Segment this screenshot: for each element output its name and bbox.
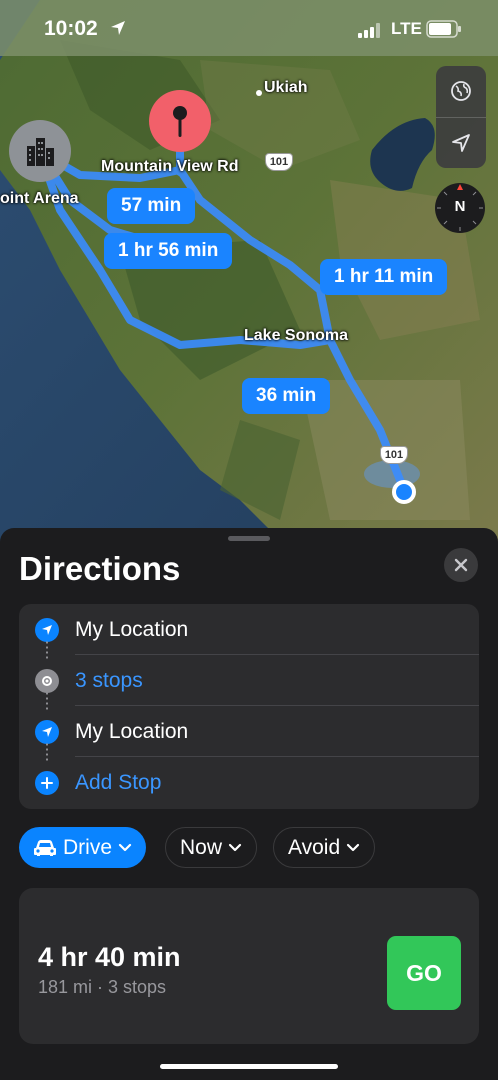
network-type: LTE <box>391 19 422 38</box>
chevron-down-icon <box>118 843 132 851</box>
car-icon <box>34 839 56 856</box>
chevron-down-icon <box>347 843 360 851</box>
plus-icon <box>35 771 59 795</box>
stop-label: My Location <box>75 618 189 641</box>
map-view[interactable]: 10:02 LTE Ukiah Mountain View Rd 101 oin… <box>0 0 498 560</box>
eta-bubble[interactable]: 36 min <box>242 378 331 414</box>
location-arrow-icon <box>452 134 470 152</box>
pin-marker[interactable] <box>149 90 211 157</box>
waypoints-icon <box>35 669 59 693</box>
track-location-button[interactable] <box>436 118 486 168</box>
pin-icon <box>149 90 211 152</box>
avoid-label: Avoid <box>288 835 341 859</box>
directions-sheet: Directions My Location 3 stops My Locati… <box>0 528 498 1080</box>
stop-row-destination[interactable]: My Location <box>19 706 479 757</box>
map-label-point-arena[interactable]: oint Arena <box>0 190 79 208</box>
city-stop-marker[interactable] <box>9 120 71 182</box>
departure-time-label: Now <box>180 835 223 859</box>
transport-mode-button[interactable]: Drive <box>19 827 147 868</box>
stop-label: My Location <box>75 720 189 743</box>
map-mode-button[interactable] <box>436 66 486 116</box>
route-card[interactable]: 4 hr 40 min 181 mi · 3 stops GO <box>19 888 479 1044</box>
map-label-lake-sonoma[interactable]: Lake Sonoma <box>244 327 348 345</box>
close-icon <box>454 558 468 572</box>
stop-label: Add Stop <box>75 771 162 794</box>
signal-bars-icon <box>358 23 380 38</box>
current-location-dot[interactable] <box>392 480 416 504</box>
map-label-mountain-view-rd[interactable]: Mountain View Rd <box>101 158 238 176</box>
eta-bubble[interactable]: 1 hr 56 min <box>104 233 233 269</box>
eta-bubble[interactable]: 57 min <box>107 188 196 224</box>
location-arrow-icon <box>111 21 125 35</box>
go-button[interactable]: GO <box>387 936 461 1010</box>
city-buildings-icon <box>27 138 54 166</box>
route-summary: 181 mi · 3 stops <box>38 977 167 997</box>
close-button[interactable] <box>444 548 478 582</box>
battery-icon <box>426 20 461 38</box>
location-arrow-icon <box>35 720 59 744</box>
highway-shield: 101 <box>265 153 293 171</box>
sheet-grabber[interactable] <box>228 536 270 541</box>
stops-list: My Location 3 stops My Location Add Stop <box>19 604 479 809</box>
avoid-button[interactable]: Avoid <box>273 827 376 868</box>
location-arrow-icon <box>35 618 59 642</box>
eta-bubble[interactable]: 1 hr 11 min <box>320 259 448 295</box>
add-stop-button[interactable]: Add Stop <box>19 757 479 808</box>
route-duration: 4 hr 40 min <box>38 942 181 972</box>
stop-label: 3 stops <box>75 669 143 692</box>
page-title: Directions <box>19 550 181 587</box>
home-indicator[interactable] <box>160 1064 338 1069</box>
stop-row-waypoints[interactable]: 3 stops <box>19 655 479 706</box>
map-label-ukiah[interactable]: Ukiah <box>264 79 308 97</box>
stop-row-origin[interactable]: My Location <box>19 604 479 655</box>
compass-button[interactable]: N <box>434 182 486 234</box>
status-time: 10:02 <box>44 17 98 40</box>
globe-icon <box>451 81 471 101</box>
departure-time-button[interactable]: Now <box>165 827 258 868</box>
city-dot <box>256 90 262 96</box>
status-bar: 10:02 LTE <box>0 0 498 56</box>
chevron-down-icon <box>228 843 242 851</box>
highway-shield: 101 <box>380 446 408 464</box>
map-controls <box>436 66 486 168</box>
transport-mode-label: Drive <box>63 835 113 859</box>
compass-label: N <box>454 198 466 215</box>
